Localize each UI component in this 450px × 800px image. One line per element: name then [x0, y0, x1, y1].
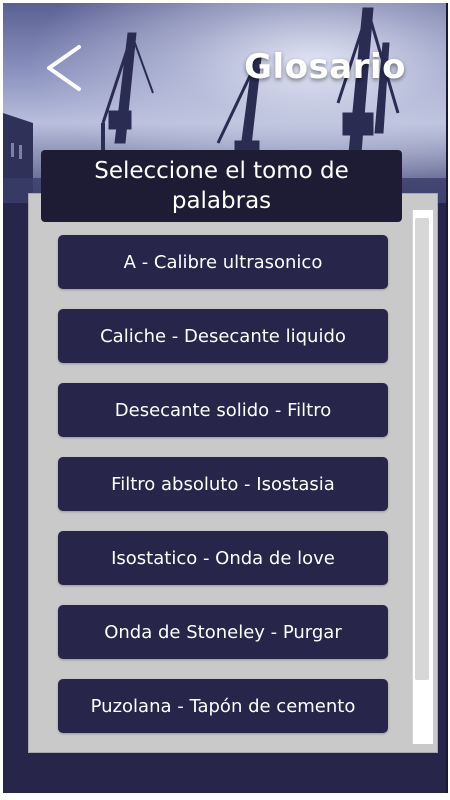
- volume-button-isostatico-onda[interactable]: Isostatico - Onda de love: [58, 531, 388, 585]
- list-scrollbar[interactable]: [412, 210, 433, 744]
- volume-button-caliche-desecante[interactable]: Caliche - Desecante liquido: [58, 309, 388, 363]
- scrollbar-thumb[interactable]: [415, 218, 429, 680]
- volume-button-filtro-isostasia[interactable]: Filtro absoluto - Isostasia: [58, 457, 388, 511]
- back-button[interactable]: [41, 43, 91, 93]
- volume-button-puzolana-tapon[interactable]: Puzolana - Tapón de cemento: [58, 679, 388, 733]
- volume-button-stoneley-purgar[interactable]: Onda de Stoneley - Purgar: [58, 605, 388, 659]
- volume-selector-heading: Seleccione el tomo de palabras: [41, 150, 402, 222]
- page-title: Glosario: [244, 47, 406, 87]
- chevron-left-icon: [47, 45, 81, 91]
- app-screen: Glosario Seleccione el tomo de palabras …: [3, 3, 448, 793]
- volume-button-desecante-filtro[interactable]: Desecante solido - Filtro: [58, 383, 388, 437]
- volume-button-a-calibre[interactable]: A - Calibre ultrasonico: [58, 235, 388, 289]
